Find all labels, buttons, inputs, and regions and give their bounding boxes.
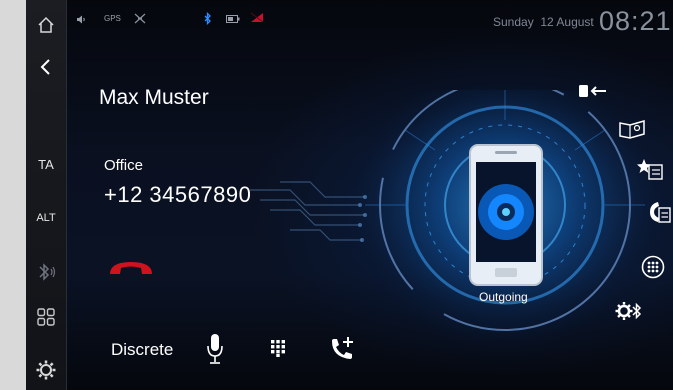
battery-icon (226, 15, 240, 23)
phonebook-icon (619, 120, 645, 139)
circuit-decoration (250, 181, 367, 242)
call-list-button[interactable] (646, 198, 672, 229)
discrete-button[interactable]: Discrete (111, 340, 173, 360)
number-label: Office (104, 157, 143, 174)
call-history-icon (650, 202, 671, 223)
apps-grid-icon (37, 308, 55, 326)
transfer-arrow-icon (579, 85, 606, 97)
gear-icon (36, 360, 56, 380)
alt-button[interactable]: ALT (26, 206, 66, 230)
apps-button[interactable] (26, 302, 66, 332)
transfer-to-phone-button[interactable] (578, 82, 610, 105)
bluetooth-settings-button[interactable] (614, 300, 642, 327)
dial-pad-button[interactable] (641, 255, 665, 284)
hang-up-icon (110, 262, 152, 274)
date-display: Sunday 12 August (493, 15, 594, 29)
home-icon (38, 16, 54, 33)
keypad-icon (271, 340, 285, 357)
bluetooth-settings-icon (615, 302, 642, 320)
ta-button[interactable]: TA (26, 152, 66, 176)
bluetooth-audio-button[interactable] (26, 257, 66, 287)
home-button[interactable] (26, 10, 66, 40)
sidebar: TA ALT (26, 0, 67, 390)
phone-call-screen: TA ALT GPS Sunday 12 August 08:21 Max Mu… (0, 0, 673, 390)
contact-name: Max Muster (99, 86, 209, 109)
left-bezel (0, 0, 26, 390)
bluetooth-icon (204, 12, 211, 25)
add-call-icon (332, 337, 353, 359)
volume-icon (77, 15, 85, 24)
bluetooth-audio-icon (39, 263, 56, 281)
hang-up-button[interactable] (108, 258, 154, 283)
keypad-button[interactable] (270, 339, 286, 362)
microphone-button[interactable] (206, 333, 224, 370)
favorites-button[interactable] (636, 157, 664, 186)
favorites-list-icon (637, 159, 663, 180)
mute-icon (134, 13, 146, 24)
signal-icon (250, 12, 264, 23)
back-arrow-icon (40, 59, 50, 75)
settings-button[interactable] (26, 355, 66, 385)
call-status: Outgoing (479, 290, 528, 304)
dialpad-circle-icon (641, 255, 665, 279)
phonebook-button[interactable] (618, 118, 646, 145)
microphone-icon (207, 334, 223, 364)
phone-number: +12 34567890 (104, 182, 252, 207)
add-call-button[interactable] (328, 335, 356, 368)
clock: 08:21 (599, 6, 672, 36)
smartphone-icon (469, 144, 543, 286)
back-button[interactable] (26, 52, 66, 82)
status-bar: GPS Sunday 12 August 08:21 (66, 0, 673, 44)
call-controls: Discrete (66, 325, 396, 375)
gps-indicator: GPS (104, 14, 121, 23)
